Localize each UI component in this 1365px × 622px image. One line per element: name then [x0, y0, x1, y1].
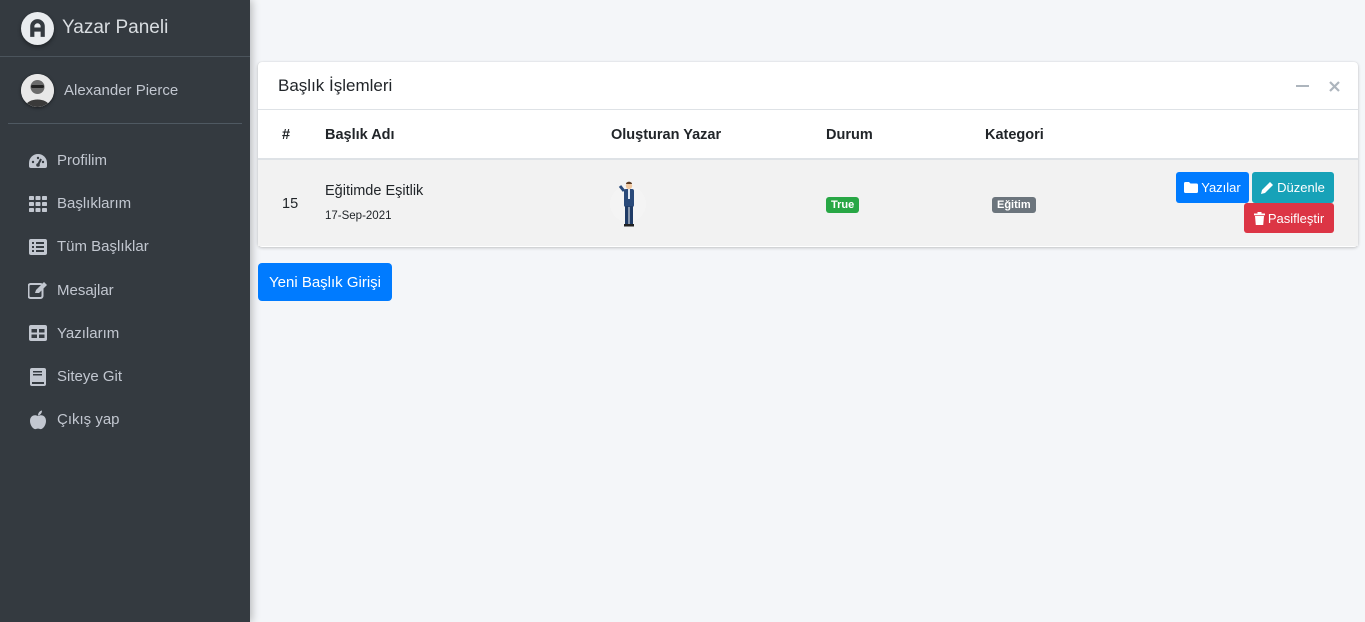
user-name: Alexander Pierce: [64, 81, 179, 99]
table-row: 15 Eğitimde Eşitlik 17-Sep-2021 True Eği…: [258, 160, 1358, 246]
brand-title: Yazar Paneli: [62, 17, 169, 38]
brand-link[interactable]: Yazar Paneli: [0, 0, 250, 57]
posts-button-label: Yazılar: [1201, 180, 1241, 195]
sidebar-item-cikis-yap[interactable]: Çıkış yap: [0, 398, 250, 441]
card-header: Başlık İşlemleri: [258, 62, 1358, 110]
brand-logo-icon: [21, 11, 54, 45]
sidebar-item-label: Mesajlar: [57, 281, 114, 299]
deactivate-button[interactable]: Pasifleştir: [1244, 203, 1334, 233]
pencil-icon: [1261, 181, 1275, 194]
trash-icon: [1253, 211, 1265, 225]
row-date: 17-Sep-2021: [325, 210, 392, 222]
category-badge: Eğitim: [992, 197, 1036, 213]
user-panel[interactable]: Alexander Pierce: [8, 57, 242, 124]
avatar: [21, 73, 54, 107]
row-title: Eğitimde Eşitlik: [325, 183, 424, 199]
row-id: 15: [282, 196, 299, 212]
column-header-author: Oluşturan Yazar: [611, 127, 722, 143]
folder-icon: [1184, 182, 1199, 193]
sidebar-item-tum-basliklar[interactable]: Tüm Başlıklar: [0, 225, 250, 268]
tachometer-icon: [28, 151, 48, 171]
collapse-button[interactable]: [1292, 76, 1312, 96]
sidebar-item-label: Yazılarım: [57, 324, 120, 342]
book-icon: [28, 367, 48, 387]
column-header-status: Durum: [826, 127, 873, 143]
sidebar-nav: Profilim Başlıklarım Tüm Başlıklar Mesaj…: [0, 124, 250, 441]
posts-button[interactable]: Yazılar: [1176, 172, 1249, 203]
author-avatar: [610, 181, 646, 227]
table-header: # Başlık Adı Oluşturan Yazar Durum Kateg…: [258, 110, 1358, 160]
deactivate-button-label: Pasifleştir: [1267, 210, 1325, 226]
sidebar-item-label: Başlıklarım: [57, 195, 132, 213]
apple-icon: [28, 410, 48, 430]
main-sidebar: Yazar Paneli Alexander Pierce Profilim B…: [0, 0, 250, 622]
sidebar-item-siteye-git[interactable]: Siteye Git: [0, 355, 250, 398]
sidebar-item-label: Profilim: [57, 152, 108, 170]
sidebar-item-yazilarim[interactable]: Yazılarım: [0, 312, 250, 355]
sidebar-item-basliklarim[interactable]: Başlıklarım: [0, 182, 250, 225]
close-icon: [1328, 80, 1340, 92]
column-header-category: Kategori: [985, 127, 1044, 143]
card-title: Başlık İşlemleri: [278, 75, 393, 95]
column-header-title: Başlık Adı: [325, 127, 395, 143]
list-icon: [28, 237, 48, 257]
status-badge: True: [826, 197, 860, 213]
sidebar-item-label: Çıkış yap: [57, 411, 120, 429]
sidebar-item-label: Siteye Git: [57, 368, 123, 386]
minus-icon: [1295, 85, 1309, 87]
grid-icon: [28, 194, 48, 214]
edit-button[interactable]: Düzenle: [1252, 172, 1334, 203]
new-title-button[interactable]: Yeni Başlık Girişi: [258, 263, 392, 301]
edit-button-label: Düzenle: [1277, 180, 1325, 195]
titles-card: Başlık İşlemleri # Başlık Adı Oluşturan …: [258, 62, 1358, 247]
sidebar-item-mesajlar[interactable]: Mesajlar: [0, 269, 250, 312]
table-icon: [28, 323, 48, 343]
sidebar-item-label: Tüm Başlıklar: [57, 238, 149, 256]
column-header-id: #: [282, 127, 291, 143]
sidebar-item-profilim[interactable]: Profilim: [0, 139, 250, 182]
edit-icon: [28, 280, 48, 300]
remove-button[interactable]: [1324, 76, 1344, 96]
